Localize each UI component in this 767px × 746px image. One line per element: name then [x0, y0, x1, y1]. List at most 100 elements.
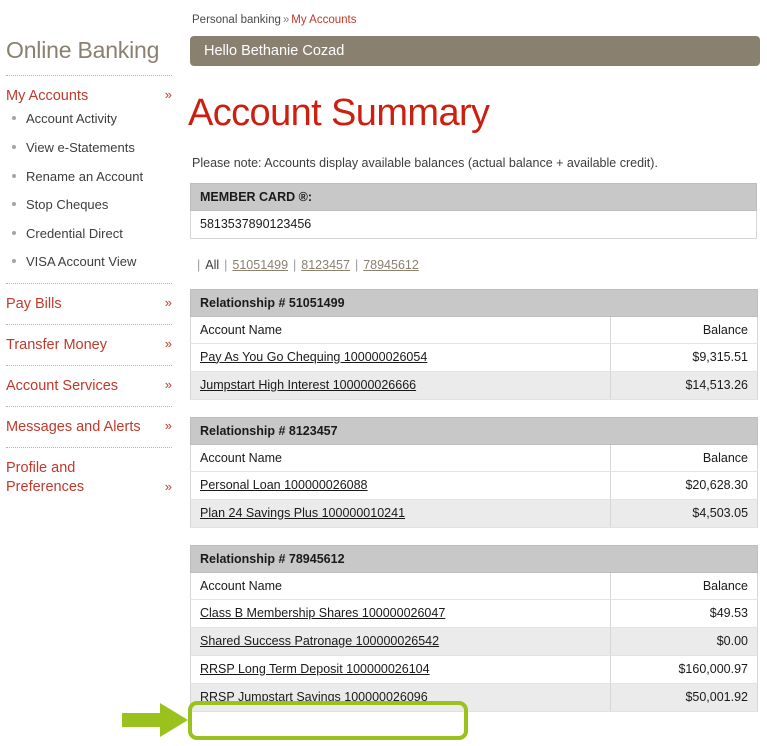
member-card-header: MEMBER CARD ®: [190, 182, 757, 211]
breadcrumb-separator-icon: » [282, 14, 290, 26]
relationship-table: Relationship # 8123457 Account Name Bala… [189, 416, 759, 528]
sidebar-item-label: VISA Account View [26, 254, 137, 270]
account-link[interactable]: Class B Membership Shares 100000026047 [200, 606, 445, 620]
account-link[interactable]: Personal Loan 100000026088 [200, 478, 368, 492]
relationship-table: Relationship # 51051499 Account Name Bal… [190, 288, 758, 400]
relationship-header: Relationship # 78945612 [190, 544, 758, 573]
table-row: Pay As You Go Chequing 100000026054 $9,3… [190, 343, 758, 372]
bullet-icon [12, 116, 16, 121]
table-row: Shared Success Patronage 100000026542 $0… [190, 627, 758, 656]
sidebar-item-label: Messages and Alerts [6, 419, 141, 436]
table-row: Account Name Balance [190, 572, 758, 600]
chevron-right-icon: » [164, 418, 172, 434]
member-card-section: MEMBER CARD ®: 5813537890123456 [190, 182, 760, 239]
relationship-table: Relationship # 78945612 Account Name Bal… [190, 544, 758, 712]
sidebar-item-visa-account-view[interactable]: VISA Account View [6, 254, 178, 270]
page-title: Account Summary [188, 91, 490, 134]
column-header-balance: Balance [609, 444, 759, 472]
bullet-icon [12, 230, 16, 235]
sidebar-item-label: My Accounts [6, 88, 89, 105]
filter-link-78945612[interactable]: 78945612 [363, 258, 419, 272]
sidebar-item-credential-direct[interactable]: Credential Direct [6, 226, 178, 242]
account-balance-cell: $0.00 [610, 627, 758, 656]
account-name-cell: Pay As You Go Chequing 100000026054 [190, 343, 611, 372]
table-row: Relationship # 51051499 [190, 288, 758, 317]
breadcrumb: Personal banking» My Accounts [192, 14, 760, 28]
table-row: Class B Membership Shares 100000026047 $… [190, 599, 758, 628]
sidebar-item-my-accounts[interactable]: My Accounts » [6, 87, 172, 105]
account-balance-cell: $50,001.92 [610, 683, 758, 712]
main-content: Personal banking» My Accounts Hello Betha… [188, 0, 760, 712]
account-link-rrsp-jumpstart-savings[interactable]: RRSP Jumpstart Savings 100000026096 [200, 690, 428, 704]
account-balance-cell: $4,503.05 [609, 499, 759, 528]
sidebar-item-label: Rename an Account [26, 168, 144, 184]
table-row: Relationship # 78945612 [190, 544, 758, 573]
account-name-cell: Shared Success Patronage 100000026542 [190, 627, 611, 656]
relationship-filter-bar: | All | 51051499 | 8123457 | 78945612 [192, 258, 760, 272]
account-summary-page: Online Banking My Accounts » Account Act… [0, 0, 767, 746]
sidebar-group-transfer-money: Transfer Money » [0, 336, 178, 354]
filter-link-8123457[interactable]: 8123457 [301, 258, 350, 272]
sidebar-item-transfer-money[interactable]: Transfer Money » [6, 336, 172, 354]
column-header-balance: Balance [610, 572, 758, 600]
account-balance-cell: $9,315.51 [610, 343, 758, 372]
chevron-right-icon: » [164, 87, 172, 103]
account-link[interactable]: RRSP Long Term Deposit 100000026104 [200, 662, 430, 676]
sidebar-divider [6, 324, 172, 326]
column-header-balance: Balance [610, 316, 758, 344]
sidebar-divider [6, 282, 172, 284]
table-row: Account Name Balance [190, 444, 759, 472]
bullet-icon [12, 202, 16, 207]
account-name-cell: Class B Membership Shares 100000026047 [190, 599, 611, 628]
account-balance-cell: $14,513.26 [610, 371, 758, 400]
sidebar-item-stop-cheques[interactable]: Stop Cheques [6, 197, 178, 213]
annotation-arrow-icon [122, 703, 188, 737]
breadcrumb-root[interactable]: Personal banking [192, 14, 281, 26]
chevron-right-icon: » [164, 479, 172, 495]
filter-link-51051499[interactable]: 51051499 [232, 258, 288, 272]
sidebar-item-label: View e-Statements [26, 140, 135, 156]
filter-separator: | [293, 257, 297, 272]
bullet-icon [12, 145, 16, 150]
member-card-table: MEMBER CARD ®: 5813537890123456 [190, 182, 757, 239]
table-row: Plan 24 Savings Plus 100000010241 $4,503… [190, 499, 759, 528]
sidebar-divider [6, 406, 172, 408]
filter-separator: | [354, 257, 359, 272]
sidebar-group-profile-and-preferences: Profile and Preferences » [0, 459, 178, 495]
sidebar-group-my-accounts: My Accounts » Account Activity View e-St… [0, 87, 178, 270]
table-row: RRSP Long Term Deposit 100000026104 $160… [190, 655, 758, 684]
sidebar-item-account-activity[interactable]: Account Activity [6, 111, 178, 127]
sidebar: Online Banking My Accounts » Account Act… [0, 0, 178, 496]
account-link[interactable]: Pay As You Go Chequing 100000026054 [200, 350, 427, 364]
sidebar-item-view-e-statements[interactable]: View e-Statements [6, 140, 178, 156]
column-header-account-name: Account Name [190, 316, 611, 344]
account-name-cell: RRSP Long Term Deposit 100000026104 [190, 655, 611, 684]
sidebar-item-label: Stop Cheques [26, 197, 109, 213]
sidebar-group-messages-and-alerts: Messages and Alerts » [0, 418, 178, 436]
account-link[interactable]: Plan 24 Savings Plus 100000010241 [200, 506, 405, 520]
sidebar-item-pay-bills[interactable]: Pay Bills » [6, 295, 172, 313]
sidebar-item-label: Pay Bills [6, 295, 62, 312]
sidebar-divider [6, 365, 172, 367]
bullet-icon [12, 259, 16, 264]
sidebar-item-messages-and-alerts[interactable]: Messages and Alerts » [6, 418, 172, 436]
column-header-account-name: Account Name [190, 444, 611, 472]
account-link[interactable]: Jumpstart High Interest 100000026666 [200, 378, 416, 392]
account-balance-cell: $49.53 [610, 599, 758, 628]
sidebar-item-label: Profile and Preferences [6, 460, 85, 495]
filter-separator: | [197, 257, 201, 272]
relationship-block-8123457: Relationship # 8123457 Account Name Bala… [189, 416, 760, 528]
greeting-text: Hello Bethanie Cozad [204, 42, 345, 59]
sidebar-item-label: Transfer Money [6, 337, 107, 354]
account-link[interactable]: Shared Success Patronage 100000026542 [200, 634, 439, 648]
member-card-number: 5813537890123456 [190, 210, 757, 239]
sidebar-item-profile-and-preferences[interactable]: Profile and Preferences » [6, 459, 172, 495]
app-title: Online Banking [6, 37, 160, 63]
breadcrumb-current[interactable]: My Accounts [291, 14, 356, 26]
sidebar-item-account-services[interactable]: Account Services » [6, 377, 172, 395]
sidebar-item-label: Account Activity [26, 111, 118, 127]
filter-all[interactable]: All [205, 258, 219, 272]
column-header-account-name: Account Name [190, 572, 611, 600]
sidebar-item-rename-an-account[interactable]: Rename an Account [6, 169, 178, 185]
table-row: Jumpstart High Interest 100000026666 $14… [190, 371, 758, 400]
